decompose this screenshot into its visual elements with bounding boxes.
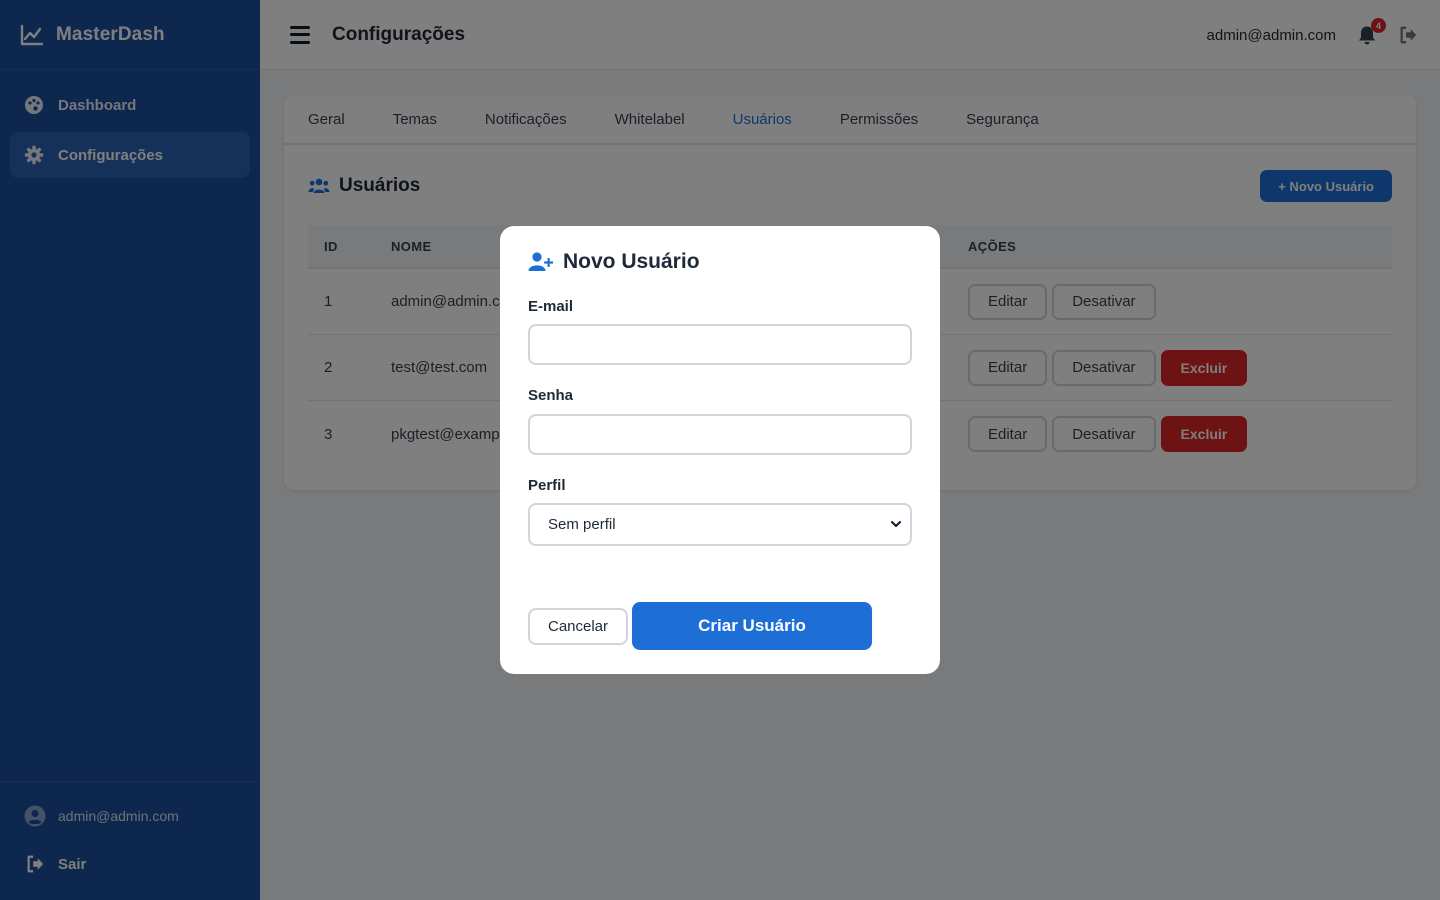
create-user-button[interactable]: Criar Usuário — [632, 602, 872, 650]
password-label: Senha — [528, 387, 574, 404]
profile-label: Perfil — [528, 477, 566, 494]
modal-header: Novo Usuário — [528, 250, 700, 274]
email-label: E-mail — [528, 298, 574, 315]
email-field[interactable] — [528, 324, 912, 365]
password-field[interactable] — [528, 414, 912, 455]
modal-title: Novo Usuário — [563, 250, 700, 273]
cancel-button[interactable]: Cancelar — [528, 608, 628, 645]
profile-select[interactable]: Sem perfil — [528, 503, 912, 546]
user-plus-icon — [528, 252, 554, 271]
profile-select-value: Sem perfil — [548, 516, 616, 533]
chevron-down-icon — [891, 521, 901, 527]
new-user-modal: Novo Usuário E-mail Senha Perfil Sem per… — [500, 226, 940, 674]
